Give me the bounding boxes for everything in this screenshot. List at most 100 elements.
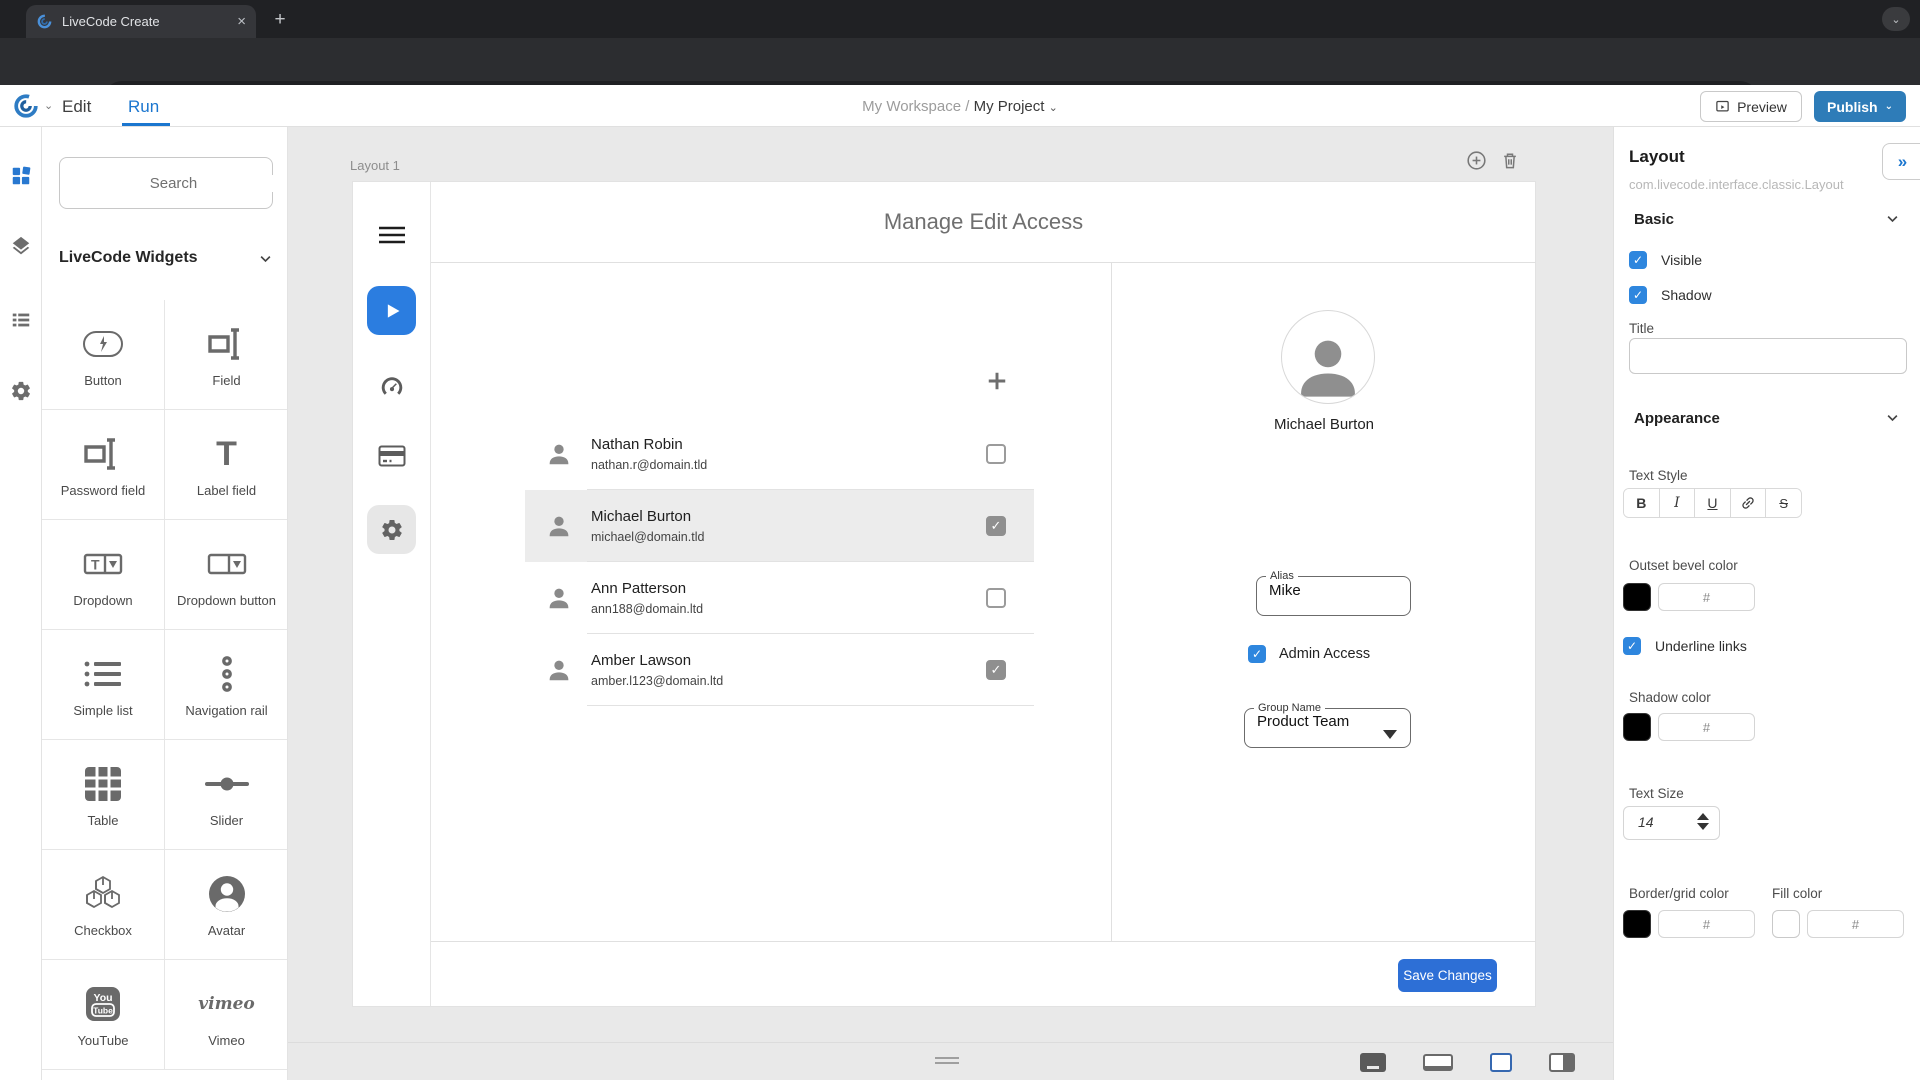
user-row[interactable]: Ann Patterson ann188@domain.ltd: [525, 562, 1034, 634]
admin-access-checkbox[interactable]: [1248, 645, 1266, 663]
stepper-up-icon[interactable]: [1697, 813, 1709, 820]
admin-access-label: Admin Access: [1279, 646, 1370, 662]
appearance-section-header[interactable]: Appearance: [1634, 410, 1720, 427]
strikethrough-button[interactable]: S: [1766, 489, 1801, 517]
widget-label: Table: [48, 814, 158, 829]
widget-label: Dropdown: [48, 594, 158, 609]
alias-input[interactable]: [1269, 582, 1399, 599]
widget-tile-navigation-rail[interactable]: Navigation rail: [165, 630, 288, 740]
publish-button[interactable]: Publish ⌄: [1814, 91, 1906, 122]
widget-tile-password-field[interactable]: Password field: [42, 410, 165, 520]
text-size-stepper[interactable]: [1697, 813, 1709, 830]
detail-avatar: [1281, 310, 1375, 404]
shadow-color-swatch[interactable]: [1623, 713, 1651, 741]
widgets-section-header[interactable]: LiveCode Widgets: [59, 249, 273, 267]
responsive-desktop-icon[interactable]: [1360, 1053, 1386, 1072]
new-tab-button[interactable]: +: [268, 8, 292, 32]
italic-button[interactable]: I: [1660, 489, 1696, 517]
breadcrumb-project[interactable]: My Project: [974, 98, 1045, 115]
widget-tile-avatar[interactable]: Avatar: [165, 850, 288, 960]
underline-links-checkbox[interactable]: [1623, 637, 1641, 655]
stepper-down-icon[interactable]: [1697, 823, 1709, 830]
widget-tile-field[interactable]: Field: [165, 300, 288, 410]
browser-tab[interactable]: LiveCode Create ×: [26, 5, 256, 38]
dropdown-button-widget-icon: [207, 544, 247, 584]
preview-label: Preview: [1737, 99, 1787, 115]
fill-color-label: Fill color: [1772, 886, 1822, 901]
add-layout-icon[interactable]: [1466, 150, 1487, 171]
widget-tile-checkbox[interactable]: Checkbox: [42, 850, 165, 960]
widget-tile-table[interactable]: Table: [42, 740, 165, 850]
widget-tile-button[interactable]: Button: [42, 300, 165, 410]
search-input[interactable]: [74, 175, 273, 192]
widget-tile-vimeo[interactable]: vimeo Vimeo: [165, 960, 288, 1070]
widgets-section-chevron-icon[interactable]: [258, 251, 273, 266]
alias-field[interactable]: Alias: [1256, 570, 1411, 616]
card-nav-icon[interactable]: [378, 445, 406, 467]
widget-tile-slider[interactable]: Slider: [165, 740, 288, 850]
tab-close-icon[interactable]: ×: [237, 14, 246, 29]
settings-nav-button-active[interactable]: [367, 505, 416, 554]
visible-checkbox[interactable]: [1629, 251, 1647, 269]
border-grid-color-swatch[interactable]: [1623, 910, 1651, 938]
layout-label[interactable]: Layout 1: [350, 158, 400, 173]
bold-button[interactable]: B: [1624, 489, 1660, 517]
shadow-color-hex-input[interactable]: [1658, 713, 1755, 741]
save-changes-button[interactable]: Save Changes: [1398, 959, 1497, 992]
widget-search-box[interactable]: [59, 157, 273, 209]
collapse-panel-button[interactable]: »: [1882, 143, 1920, 180]
user-row[interactable]: Amber Lawson amber.l123@domain.ltd: [525, 634, 1034, 706]
settings-tab-icon[interactable]: [10, 380, 32, 402]
text-size-field[interactable]: [1623, 806, 1720, 840]
link-button[interactable]: [1731, 489, 1767, 517]
hamburger-menu-icon[interactable]: [379, 226, 405, 244]
delete-layout-icon[interactable]: [1500, 150, 1520, 171]
layers-tab-icon[interactable]: [10, 235, 32, 257]
breadcrumb-chevron-icon[interactable]: ⌄: [1049, 102, 1058, 114]
breadcrumb[interactable]: My Workspace / My Project ⌄: [0, 98, 1920, 115]
responsive-tablet-icon-active[interactable]: [1490, 1053, 1512, 1072]
basic-section-header[interactable]: Basic: [1634, 211, 1674, 228]
underline-links-row[interactable]: Underline links: [1623, 637, 1747, 655]
responsive-laptop-icon[interactable]: [1423, 1054, 1453, 1071]
visible-row[interactable]: Visible: [1629, 251, 1702, 269]
widget-tile-label-field[interactable]: T Label field: [165, 410, 288, 520]
tab-search-chevron-icon[interactable]: ⌄: [1882, 7, 1910, 31]
outset-bevel-hex-input[interactable]: [1658, 583, 1755, 611]
widget-tile-dropdown[interactable]: T Dropdown: [42, 520, 165, 630]
text-style-label: Text Style: [1629, 468, 1688, 483]
breadcrumb-workspace[interactable]: My Workspace: [862, 98, 961, 115]
preview-button[interactable]: Preview: [1700, 91, 1802, 122]
widgets-tab-icon[interactable]: [10, 165, 32, 187]
text-size-input[interactable]: [1638, 814, 1693, 830]
basic-section-chevron-icon[interactable]: [1885, 211, 1900, 226]
outset-bevel-color-swatch[interactable]: [1623, 583, 1651, 611]
admin-access-row[interactable]: Admin Access: [1248, 645, 1370, 663]
add-user-icon[interactable]: [986, 370, 1008, 392]
underline-button[interactable]: U: [1695, 489, 1731, 517]
responsive-split-view-icon[interactable]: [1549, 1053, 1575, 1072]
resize-handle[interactable]: [935, 1057, 959, 1064]
widget-tile-simple-list[interactable]: Simple list: [42, 630, 165, 740]
user-row[interactable]: Michael Burton michael@domain.tld: [525, 490, 1034, 562]
person-icon: [545, 656, 573, 684]
shadow-checkbox[interactable]: [1629, 286, 1647, 304]
appearance-section-chevron-icon[interactable]: [1885, 410, 1900, 425]
fill-color-swatch[interactable]: [1772, 910, 1800, 938]
title-input[interactable]: [1629, 338, 1907, 374]
play-nav-button[interactable]: [367, 286, 416, 335]
user-checkbox[interactable]: [986, 444, 1006, 464]
dashboard-speedometer-icon[interactable]: [379, 374, 405, 400]
user-checkbox[interactable]: [986, 516, 1006, 536]
user-row[interactable]: Nathan Robin nathan.r@domain.tld: [525, 418, 1034, 490]
widget-tile-youtube[interactable]: YouTube YouTube: [42, 960, 165, 1070]
fill-color-hex-input[interactable]: [1807, 910, 1904, 938]
layout-canvas[interactable]: Manage Edit Access Nathan Robin nathan.r…: [352, 181, 1536, 1007]
border-grid-hex-input[interactable]: [1658, 910, 1755, 938]
records-tab-icon[interactable]: [10, 309, 32, 331]
shadow-row[interactable]: Shadow: [1629, 286, 1712, 304]
widget-tile-dropdown-button[interactable]: Dropdown button: [165, 520, 288, 630]
group-name-select[interactable]: Group Name Product Team: [1244, 702, 1411, 748]
user-checkbox[interactable]: [986, 660, 1006, 680]
user-checkbox[interactable]: [986, 588, 1006, 608]
